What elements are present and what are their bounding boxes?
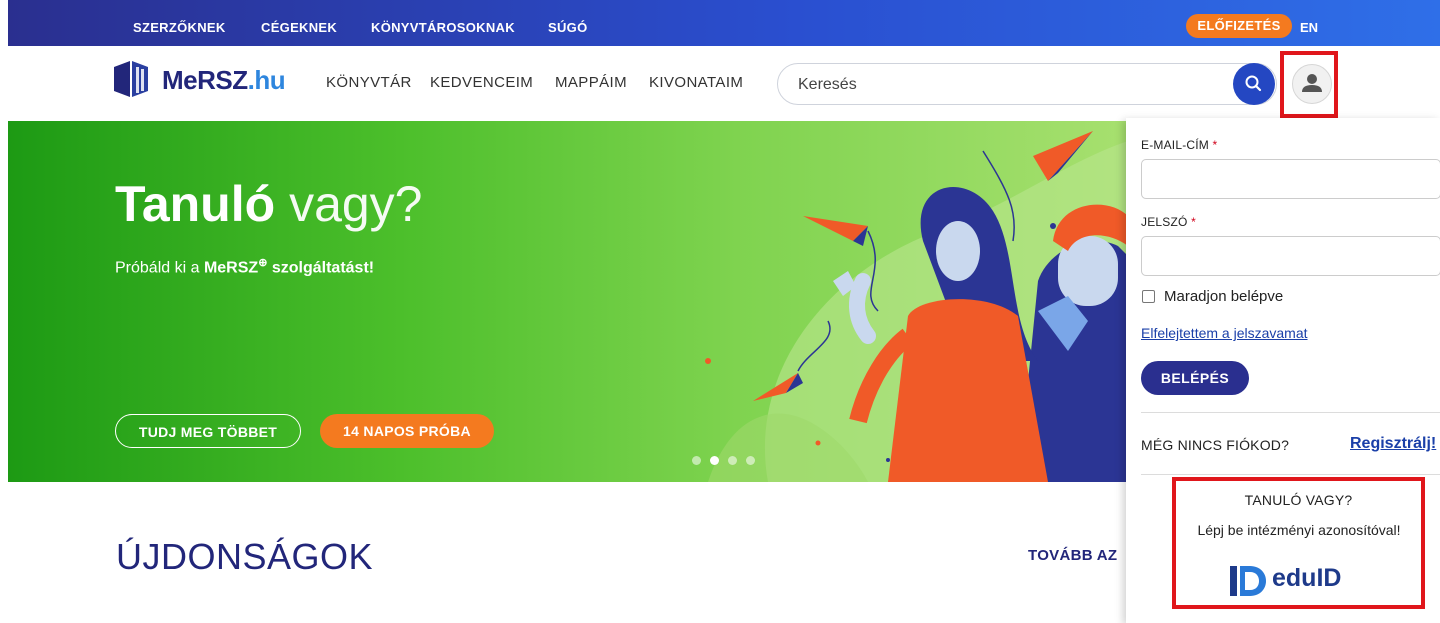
logo-book-icon	[114, 61, 148, 97]
carousel-dot-4[interactable]	[746, 456, 755, 465]
carousel-dot-2[interactable]	[710, 456, 719, 465]
carousel-dot-1[interactable]	[692, 456, 701, 465]
register-link[interactable]: Regisztrálj!	[1350, 435, 1436, 453]
remember-me-checkbox[interactable]	[1142, 290, 1155, 303]
hero-title-bold: Tanuló	[115, 176, 276, 232]
hero-subtitle-brand: MeRSZ	[203, 259, 259, 277]
eduid-login-button[interactable]	[1228, 564, 1268, 603]
forgot-password-link[interactable]: Elfelejtettem a jelszavamat	[1141, 325, 1308, 341]
password-field[interactable]	[1141, 236, 1440, 276]
password-label: JELSZÓ *	[1141, 215, 1196, 229]
divider	[1141, 474, 1440, 475]
login-button[interactable]: BELÉPÉS	[1141, 361, 1249, 395]
email-label: E-MAIL-CÍM *	[1141, 138, 1217, 152]
plus-icon: ⊕	[258, 257, 268, 269]
nav-favourites[interactable]: KEDVENCEIM	[430, 74, 533, 91]
user-button-highlight	[1280, 51, 1338, 118]
logo-tld: .hu	[247, 65, 286, 95]
divider	[1141, 412, 1440, 413]
search-input[interactable]	[796, 72, 1220, 98]
language-switch[interactable]: EN	[1300, 20, 1318, 35]
logo-main: MeRSZ	[162, 65, 248, 95]
required-mark: *	[1212, 138, 1218, 152]
news-heading: ÚJDONSÁGOK	[116, 536, 374, 577]
email-label-text: E-MAIL-CÍM	[1141, 138, 1209, 152]
nav-extracts[interactable]: KIVONATAIM	[649, 74, 743, 91]
search-button[interactable]	[1233, 63, 1275, 105]
nav-library[interactable]: KÖNYVTÁR	[326, 74, 412, 91]
hero-subtitle-suffix: szolgáltatást!	[271, 259, 375, 277]
topbar-link-help[interactable]: SÚGÓ	[548, 20, 587, 35]
topbar-link-librarians[interactable]: KÖNYVTÁROSOKNAK	[371, 20, 515, 35]
learn-more-button[interactable]: TUDJ MEG TÖBBET	[115, 414, 301, 448]
search-icon	[1245, 75, 1262, 92]
hero-title: Tanuló vagy?	[115, 175, 423, 233]
remember-me-label[interactable]: Maradjon belépve	[1164, 288, 1283, 305]
edu-title: TANULÓ VAGY?	[1244, 492, 1353, 508]
trial-button[interactable]: 14 NAPOS PRÓBA	[320, 414, 494, 448]
eduid-logo-icon	[1230, 566, 1266, 596]
logo-text[interactable]: MeRSZ.hu	[162, 65, 286, 96]
carousel-dot-3[interactable]	[728, 456, 737, 465]
edu-subtitle: Lépj be intézményi azonosítóval!	[1197, 522, 1401, 538]
nav-folders[interactable]: MAPPÁIM	[555, 74, 627, 91]
email-field[interactable]	[1141, 159, 1440, 199]
hero-title-light: vagy?	[289, 176, 423, 232]
hero-subtitle-prefix: Próbáld ki a	[115, 259, 200, 277]
topbar-link-authors[interactable]: SZERZŐKNEK	[133, 20, 226, 35]
subscribe-button[interactable]: ELŐFIZETÉS	[1186, 14, 1292, 38]
no-account-text: MÉG NINCS FIÓKOD?	[1141, 437, 1290, 453]
more-news-link[interactable]: TOVÁBB AZ	[1028, 547, 1117, 564]
eduid-label[interactable]: eduID	[1272, 564, 1341, 593]
hero-subtitle: Próbáld ki a MeRSZ⊕ szolgáltatást!	[115, 256, 374, 277]
required-mark: *	[1191, 215, 1196, 229]
topbar-link-companies[interactable]: CÉGEKNEK	[261, 20, 337, 35]
password-label-text: JELSZÓ	[1141, 215, 1188, 229]
